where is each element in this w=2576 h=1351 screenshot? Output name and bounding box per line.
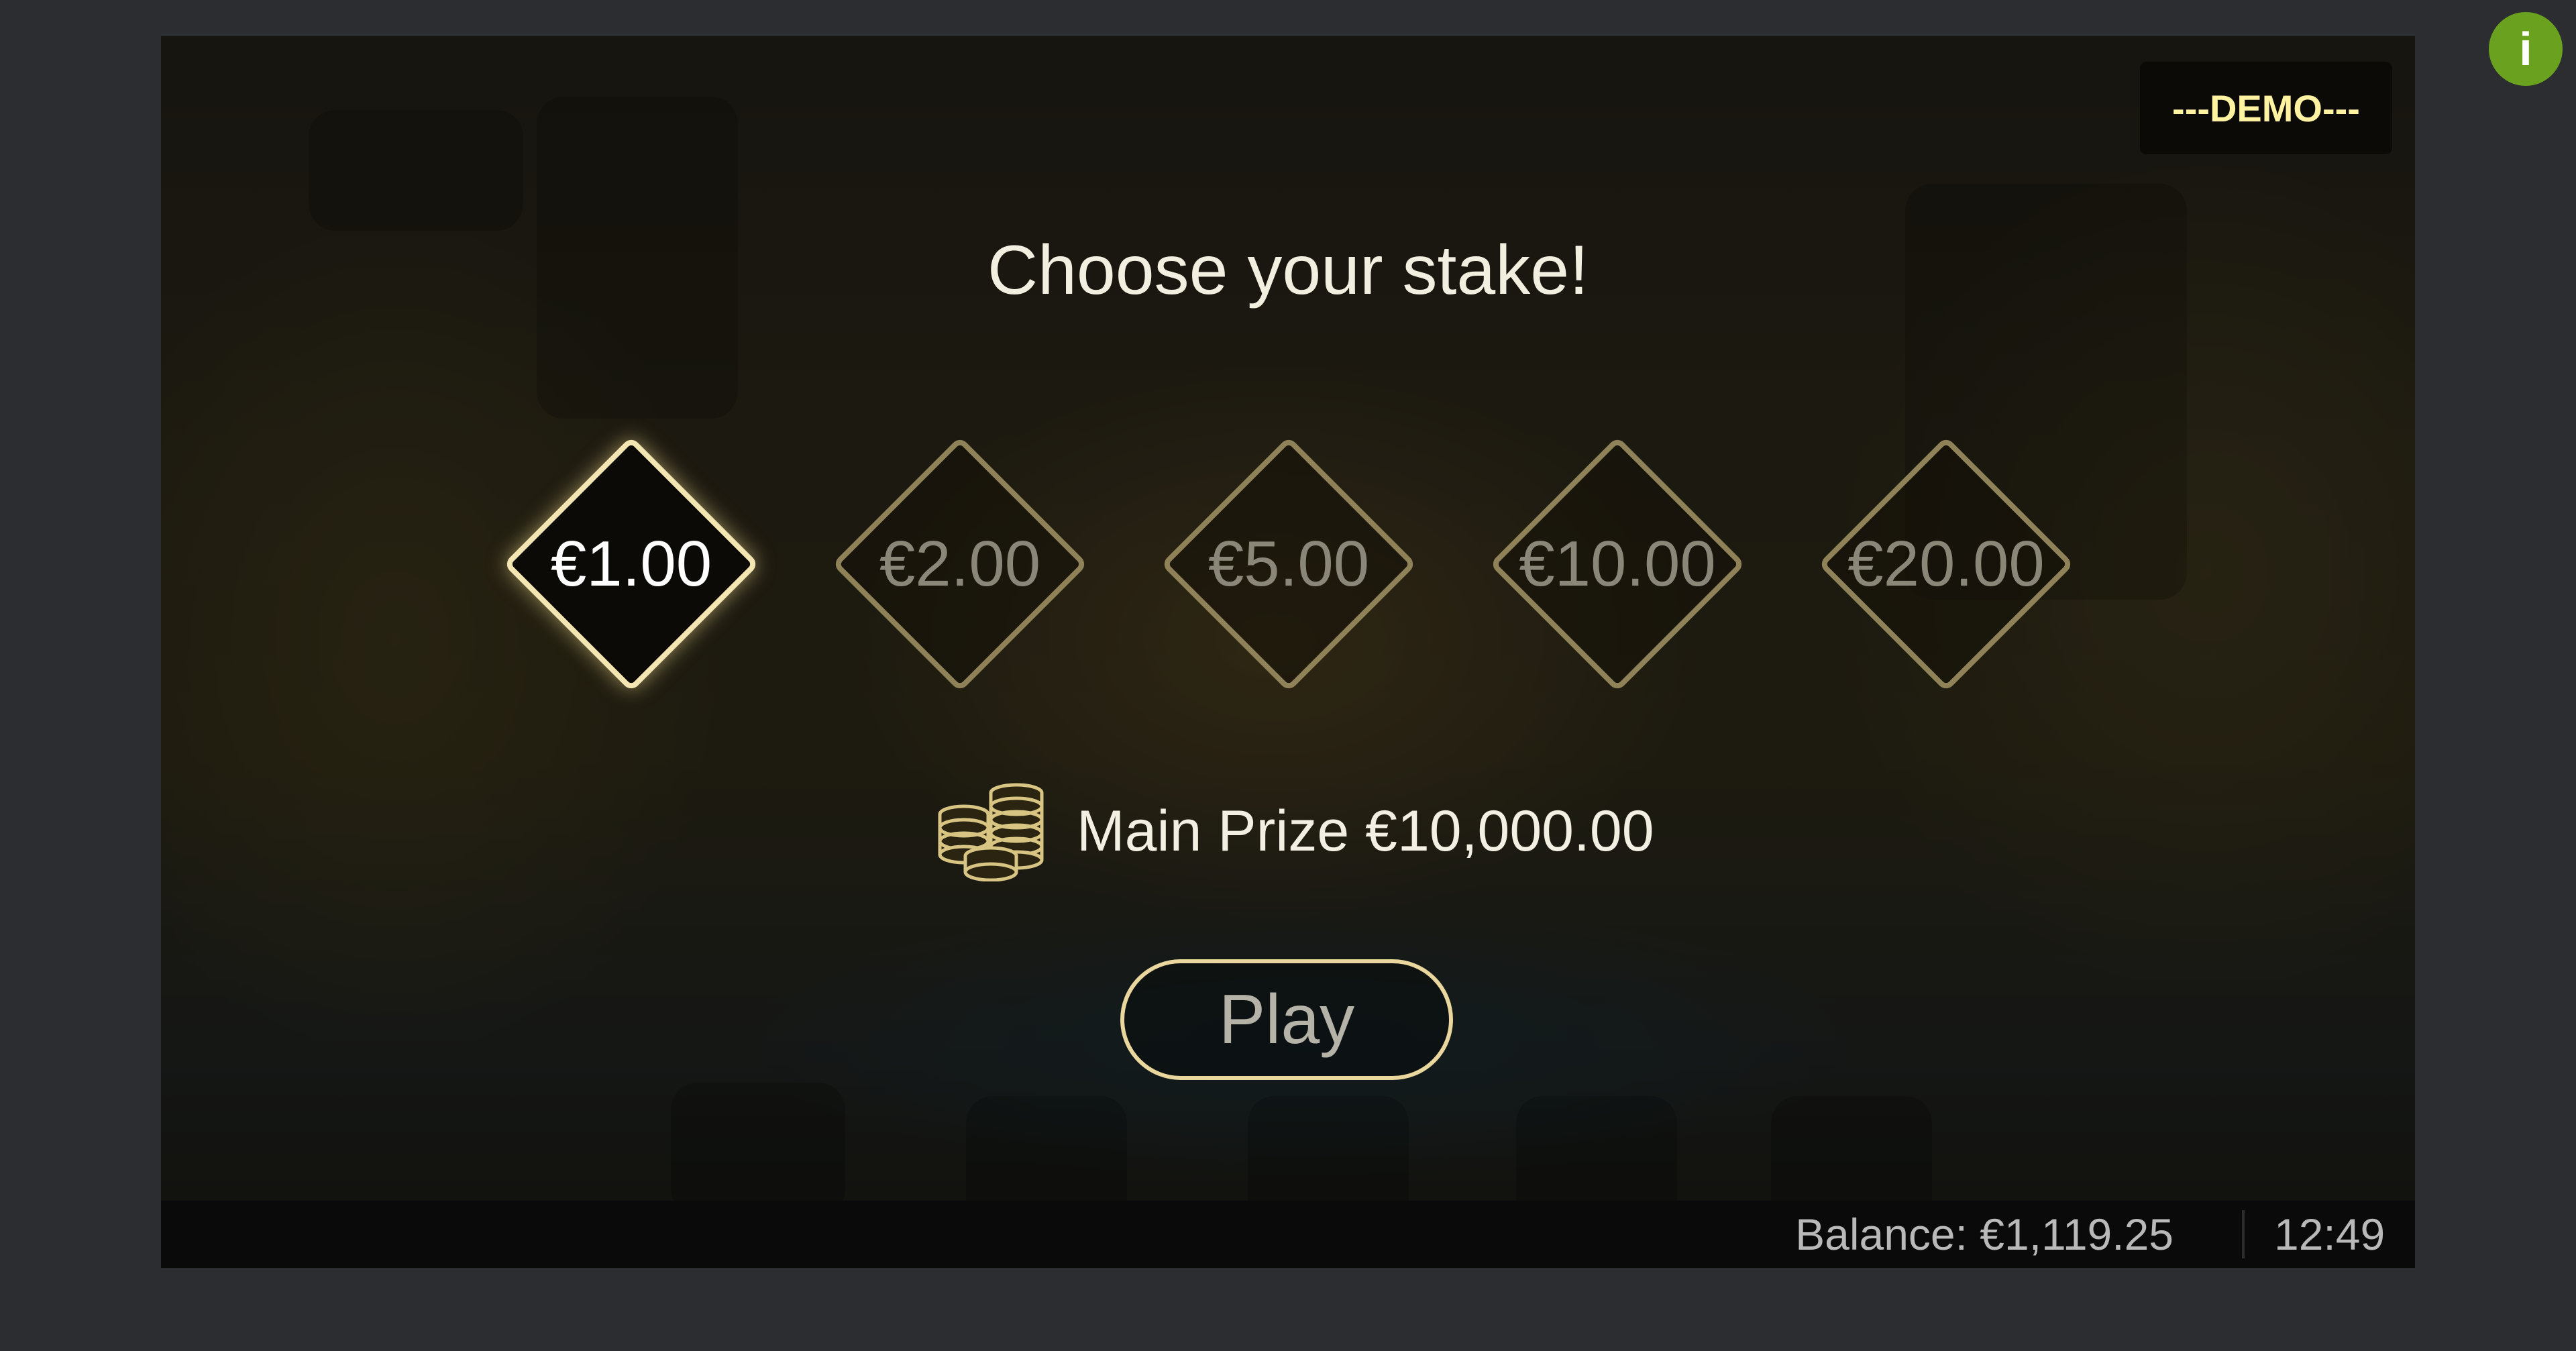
stake-label: €10.00 [1519,528,1716,600]
status-divider [2242,1210,2245,1258]
stake-option-3[interactable]: €5.00 [1161,436,1417,692]
stake-option-1[interactable]: €1.00 [503,436,759,692]
info-button[interactable]: i [2489,12,2563,86]
coins-icon [936,781,1050,881]
stake-label: €2.00 [879,528,1041,600]
page-title: Choose your stake! [987,231,1589,309]
stake-label: €1.00 [550,528,712,600]
clock-display: 12:49 [2274,1209,2385,1259]
status-bar: Balance: €1,119.25 12:49 [161,1201,2415,1268]
balance-display: Balance: €1,119.25 [1795,1209,2174,1259]
stake-option-2[interactable]: €2.00 [832,436,1088,692]
stake-label: €5.00 [1208,528,1370,600]
stake-label: €20.00 [1847,528,2045,600]
play-button[interactable]: Play [1120,959,1453,1080]
main-prize: Main Prize €10,000.00 [936,764,1654,898]
stake-option-5[interactable]: €20.00 [1818,436,2074,692]
demo-badge: ---DEMO--- [2140,62,2392,154]
info-icon: i [2519,23,2532,75]
main-prize-text: Main Prize €10,000.00 [1077,798,1654,863]
game-frame: ---DEMO--- Choose your stake! €1.00 €2.0… [161,36,2415,1237]
stake-option-4[interactable]: €10.00 [1489,436,1746,692]
